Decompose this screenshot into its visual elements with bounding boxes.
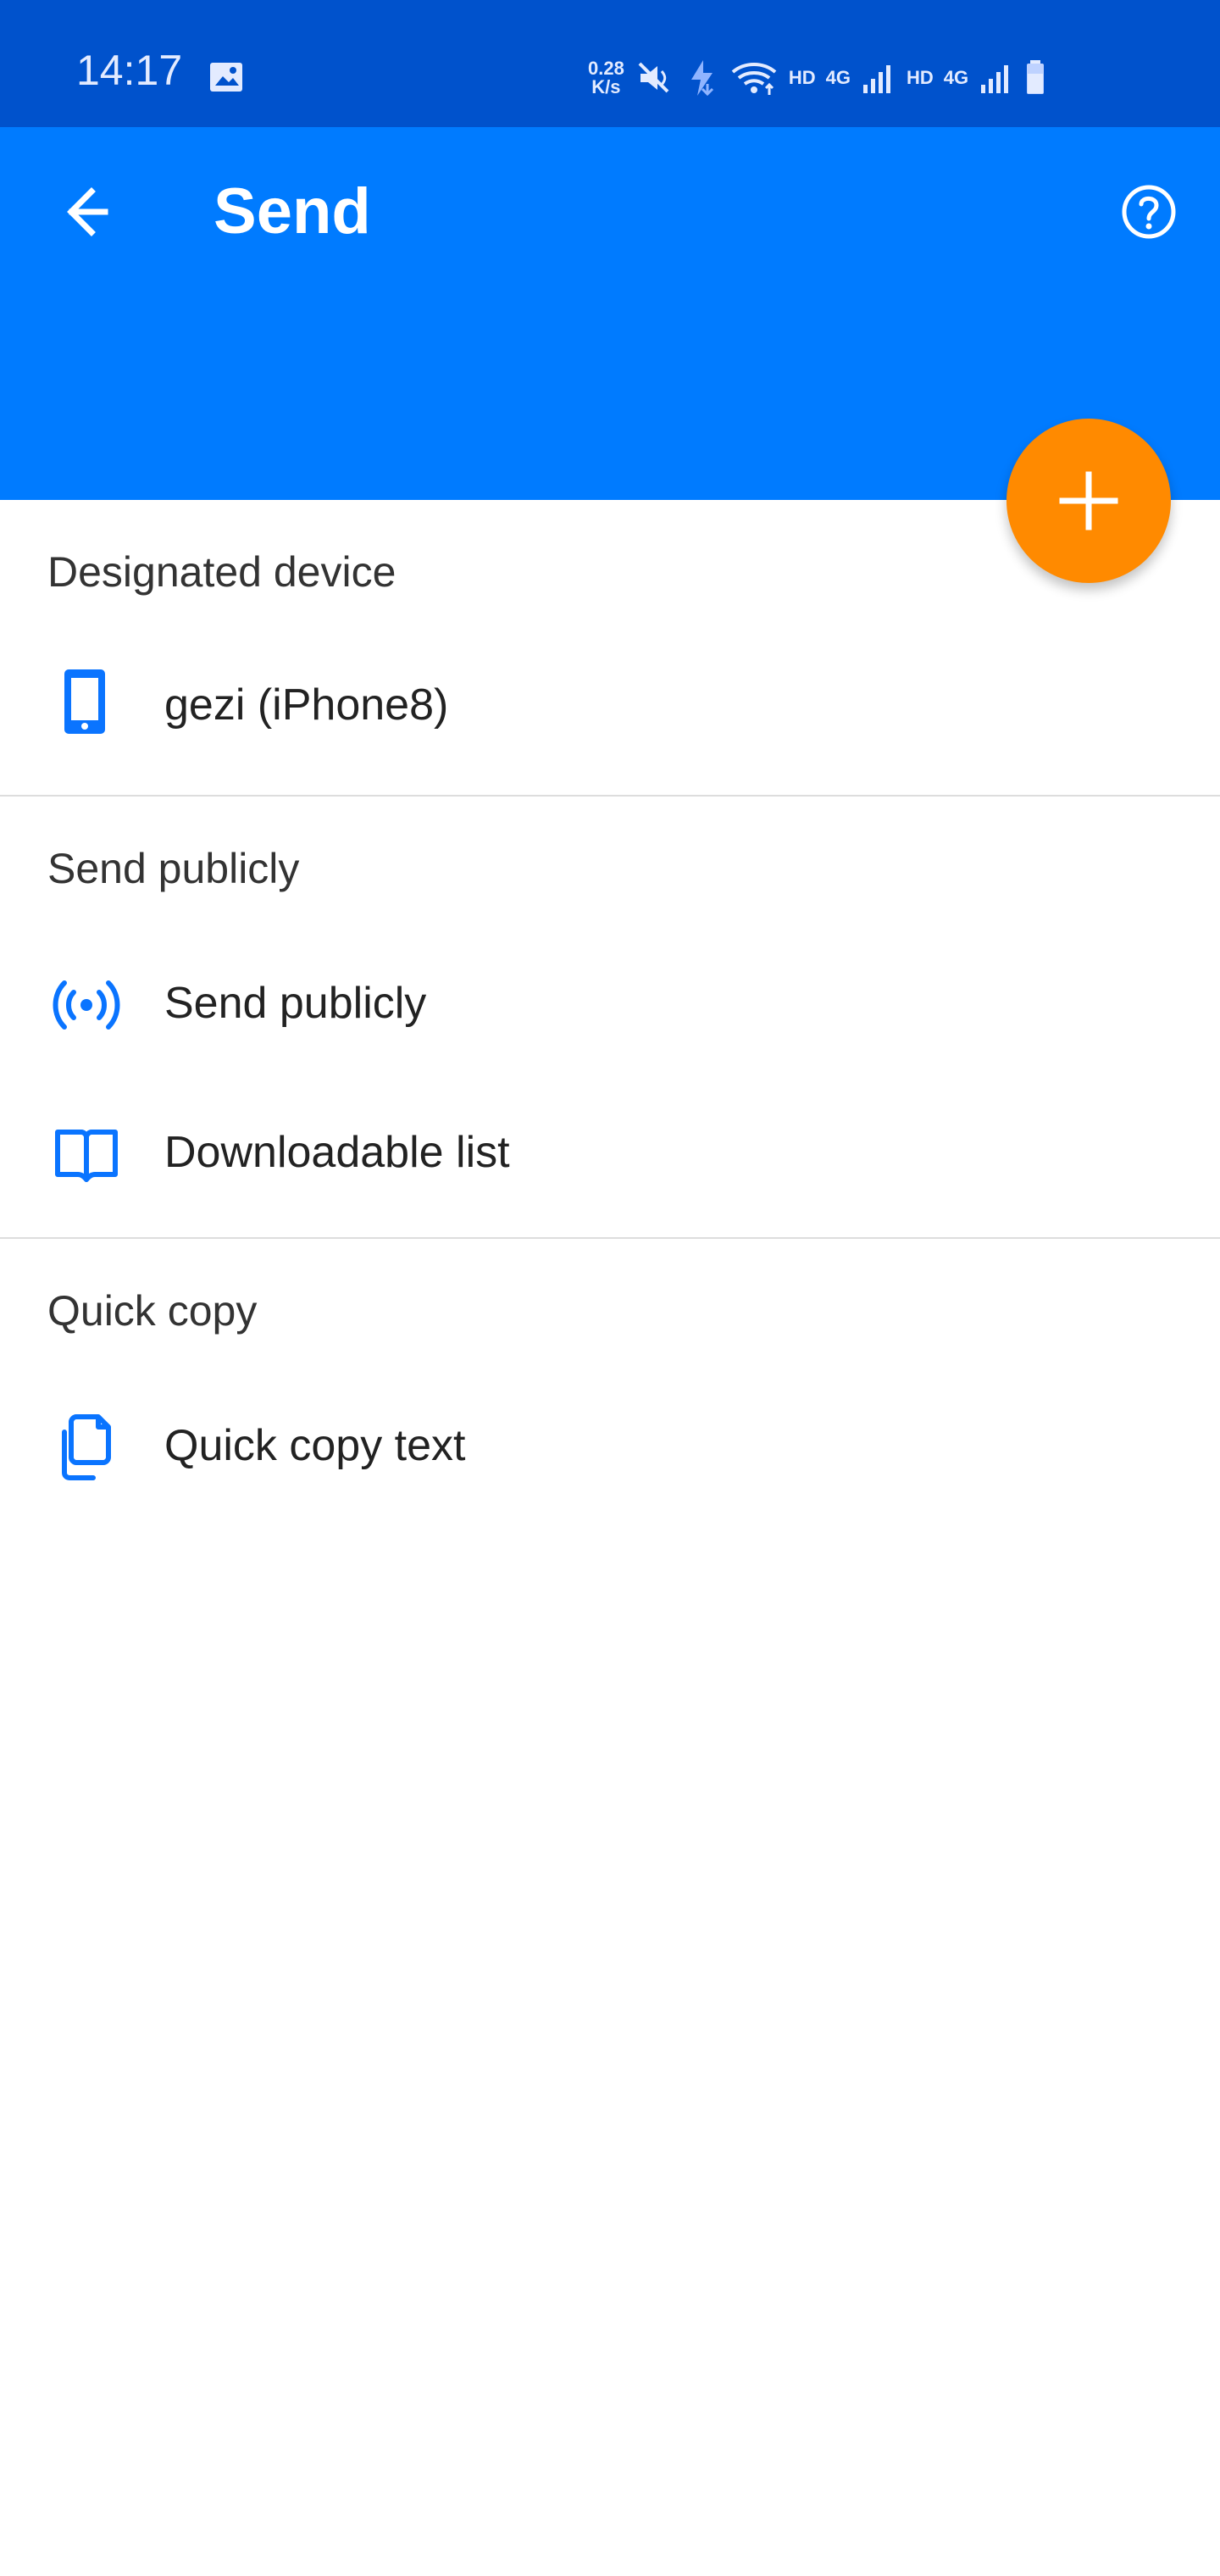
network-hd-2: HD — [906, 67, 934, 88]
battery-icon — [1027, 60, 1045, 94]
network-speed: 0.28 K/s — [588, 59, 624, 97]
broadcast-icon — [53, 980, 120, 1030]
device-row[interactable]: gezi (iPhone8) — [0, 654, 1220, 756]
quick-copy-text-row[interactable]: Quick copy text — [0, 1393, 1220, 1495]
book-icon — [55, 1130, 118, 1182]
speed-unit: K/s — [591, 76, 621, 97]
wifi-icon — [731, 63, 777, 95]
add-icon — [1059, 471, 1118, 530]
back-icon[interactable] — [49, 178, 117, 246]
copy-icon — [62, 1414, 111, 1480]
section-title-quick-copy: Quick copy — [47, 1287, 258, 1335]
section-title-designated-device: Designated device — [47, 548, 396, 596]
phone-icon — [64, 669, 105, 734]
add-button[interactable] — [1006, 419, 1171, 583]
mute-icon — [638, 62, 669, 93]
help-icon[interactable] — [1117, 180, 1181, 244]
signal-icon-2 — [981, 65, 1009, 93]
send-publicly-row[interactable]: Send publicly — [0, 951, 1220, 1052]
send-publicly-label: Send publicly — [164, 979, 427, 1028]
network-hd-1: HD — [788, 67, 816, 88]
downloadable-list-label: Downloadable list — [164, 1128, 510, 1177]
quick-copy-text-label: Quick copy text — [164, 1421, 466, 1470]
status-time: 14:17 — [76, 47, 183, 94]
downloadable-list-row[interactable]: Downloadable list — [0, 1100, 1220, 1202]
device-label: gezi (iPhone8) — [164, 680, 449, 730]
status-bar: 14:17 0.28 K/s HD 4G HD 4G — [0, 0, 1220, 127]
network-4g-2: 4G — [943, 67, 969, 88]
status-indicators: 0.28 K/s HD 4G HD 4G — [588, 53, 1046, 103]
charging-icon — [690, 60, 713, 97]
network-4g-1: 4G — [825, 67, 851, 88]
gallery-icon — [210, 63, 242, 92]
section-title-send-publicly: Send publicly — [47, 845, 300, 892]
page-title: Send — [214, 175, 371, 247]
divider — [0, 795, 1220, 797]
signal-icon-1 — [862, 65, 890, 93]
divider — [0, 1237, 1220, 1239]
